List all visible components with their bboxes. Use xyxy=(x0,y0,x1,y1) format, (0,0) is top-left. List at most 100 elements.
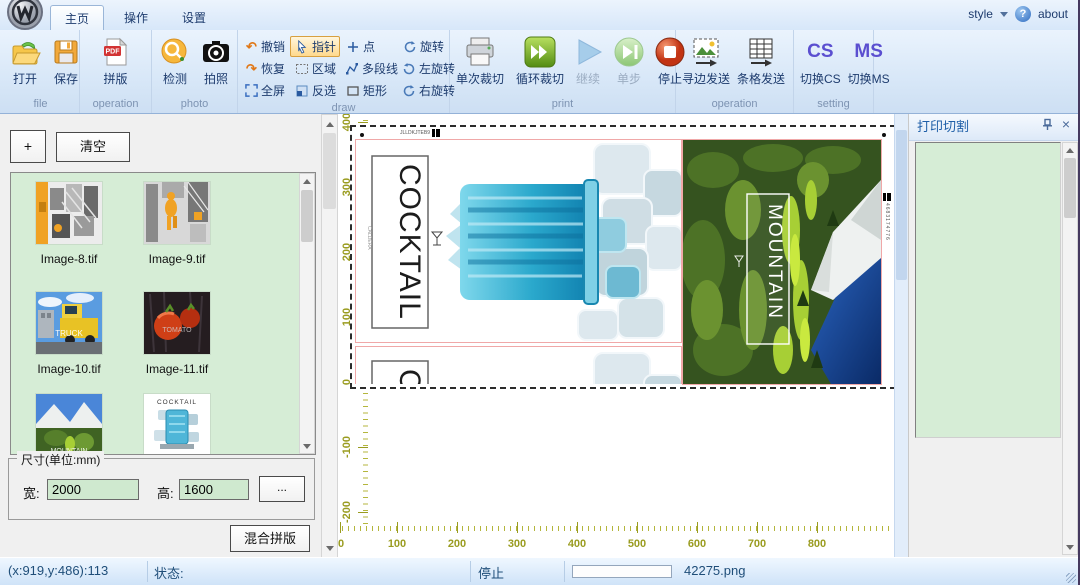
h-ruler-label: 500 xyxy=(617,538,657,550)
app-window: 主页 操作 设置 style ? about xyxy=(0,0,1080,585)
step-button[interactable]: 单步 xyxy=(609,33,649,89)
thumbnail-image-8 xyxy=(35,181,103,245)
switch-cs-button[interactable]: CS 切换CS xyxy=(797,33,844,89)
open-button[interactable]: 打开 xyxy=(5,33,45,89)
right-panel-scrollbar[interactable] xyxy=(1062,142,1078,555)
svg-text:TRUCK: TRUCK xyxy=(55,329,83,338)
impose-button[interactable]: PDF 拼版 xyxy=(96,33,136,89)
resize-grip[interactable] xyxy=(1066,573,1076,583)
region-select-icon xyxy=(294,61,309,76)
layout-canvas[interactable]: 400 300 200 100 0 -100 -200 0 100 200 30… xyxy=(338,114,908,558)
undo-icon: ↶ xyxy=(245,39,258,54)
about-button[interactable]: about xyxy=(1038,7,1068,21)
pdf-page-icon: PDF xyxy=(99,35,133,69)
list-item[interactable]: MOUNTAIN xyxy=(11,393,127,455)
grid-send-button[interactable]: 条格发送 xyxy=(734,33,788,89)
pointer-tool-button[interactable]: 指针 xyxy=(290,36,340,57)
tab-home[interactable]: 主页 xyxy=(50,5,104,30)
group-send: 寻边发送 条格发送 operation xyxy=(676,30,794,113)
rotate-right-button[interactable]: 右旋转 xyxy=(398,80,452,101)
open-folder-icon xyxy=(8,35,42,69)
resume-button[interactable]: 继续 xyxy=(568,33,608,89)
tab-operation[interactable]: 操作 xyxy=(110,5,162,30)
polyline-tool-button[interactable]: 多段线 xyxy=(341,58,397,79)
placed-image-mountain[interactable]: MOUNTAIN xyxy=(682,139,882,385)
width-input[interactable] xyxy=(47,479,139,500)
group-label-setting: setting xyxy=(794,97,873,113)
placed-image-cocktail[interactable]: COCKTAIL CALDERA xyxy=(355,139,682,343)
fullscreen-icon xyxy=(245,83,258,98)
image-library-panel: + 清空 Image-8.tif xyxy=(0,114,338,558)
help-icon[interactable]: ? xyxy=(1015,6,1031,22)
print-cut-panel-header: 打印切割 × xyxy=(909,114,1078,141)
mix-impose-button[interactable]: 混合拼版 xyxy=(230,525,310,552)
thumbnail-image-10: TRUCK xyxy=(35,291,103,355)
status-label: 状态: xyxy=(154,563,184,582)
registration-dot xyxy=(882,133,886,137)
list-item[interactable]: TRUCK Image-10.tif xyxy=(11,291,127,376)
width-label: 宽: xyxy=(23,483,40,502)
list-item[interactable]: Image-9.tif xyxy=(119,181,235,266)
qr-mark-icon xyxy=(432,129,440,137)
list-item[interactable]: Image-8.tif xyxy=(11,181,127,266)
job-mark: 4683174776 xyxy=(883,193,891,241)
style-caret-icon[interactable] xyxy=(1000,12,1008,17)
point-tool-button[interactable]: 点 xyxy=(341,36,397,57)
left-panel-scrollbar[interactable] xyxy=(321,114,338,558)
rotate-button[interactable]: 旋转 xyxy=(398,36,452,57)
rotate-left-icon xyxy=(402,61,416,76)
progress-bar xyxy=(572,565,672,578)
capture-button[interactable]: 拍照 xyxy=(196,33,236,89)
height-input[interactable] xyxy=(179,479,249,500)
work-area[interactable]: JLLDKJTEB9 4683174776 xyxy=(350,125,896,389)
app-logo-icon[interactable] xyxy=(4,0,46,33)
add-image-button[interactable]: + xyxy=(10,130,46,163)
group-setting: CS 切换CS MS 切换MS setting xyxy=(794,30,874,113)
qr-mark-icon xyxy=(883,193,891,201)
region-tool-button[interactable]: 区域 xyxy=(290,58,340,79)
ribbon-tabs: 主页 操作 设置 xyxy=(50,5,220,30)
list-item[interactable]: COCKTAIL xyxy=(119,393,235,455)
svg-text:TOMATO: TOMATO xyxy=(162,327,192,334)
invert-select-button[interactable]: 反选 xyxy=(290,80,340,101)
placed-image-cocktail-2[interactable]: COCKTAIL xyxy=(355,346,682,384)
group-label-operation1: operation xyxy=(80,97,151,113)
rectangle-tool-button[interactable]: 矩形 xyxy=(341,80,397,101)
thumbnail-list-scrollbar[interactable] xyxy=(299,173,315,454)
resume-play-icon xyxy=(571,35,605,69)
thumbnail-label: Image-10.tif xyxy=(11,362,127,376)
thumbnail-list[interactable]: Image-8.tif Image-9.tif xyxy=(10,172,316,455)
canvas-scrollbar[interactable] xyxy=(894,114,908,558)
step-play-icon xyxy=(612,35,646,69)
status-divider xyxy=(470,561,471,582)
status-divider xyxy=(564,561,565,582)
tab-settings[interactable]: 设置 xyxy=(168,5,220,30)
h-ruler-label: 800 xyxy=(797,538,837,550)
fullscreen-button[interactable]: 全屏 xyxy=(241,80,289,101)
thumbnail-label: Image-11.tif xyxy=(119,362,235,376)
pin-icon[interactable] xyxy=(1041,118,1054,131)
loop-cut-button[interactable]: 循环裁切 xyxy=(513,33,567,89)
invert-select-icon xyxy=(294,83,309,98)
close-icon[interactable]: × xyxy=(1062,118,1070,131)
thumbnail-label: Image-8.tif xyxy=(11,252,127,266)
detect-button[interactable]: 检测 xyxy=(155,33,195,89)
redo-button[interactable]: ↷ 恢复 xyxy=(241,58,289,79)
group-print: 单次裁切 循环裁切 xyxy=(450,30,676,113)
group-photo: 检测 拍照 photo xyxy=(152,30,238,113)
size-group-legend: 尺寸(单位:mm) xyxy=(17,451,104,468)
edge-send-button[interactable]: 寻边发送 xyxy=(679,33,733,89)
group-label-photo: photo xyxy=(152,97,237,113)
cocktail-title-text: COCKTAIL xyxy=(393,164,426,320)
clear-button[interactable]: 清空 xyxy=(56,132,130,162)
h-ruler-ticks xyxy=(342,526,892,531)
h-ruler-label: 700 xyxy=(737,538,777,550)
style-menu[interactable]: style xyxy=(968,7,993,21)
browse-size-button[interactable]: ... xyxy=(259,476,305,502)
undo-button[interactable]: ↶ 撤销 xyxy=(241,36,289,57)
rotate-left-button[interactable]: 左旋转 xyxy=(398,58,452,79)
list-item[interactable]: TOMATO Image-11.tif xyxy=(119,291,235,376)
cut-job-list[interactable] xyxy=(915,142,1061,438)
single-cut-button[interactable]: 单次裁切 xyxy=(453,33,507,89)
rotate-icon xyxy=(402,39,417,54)
